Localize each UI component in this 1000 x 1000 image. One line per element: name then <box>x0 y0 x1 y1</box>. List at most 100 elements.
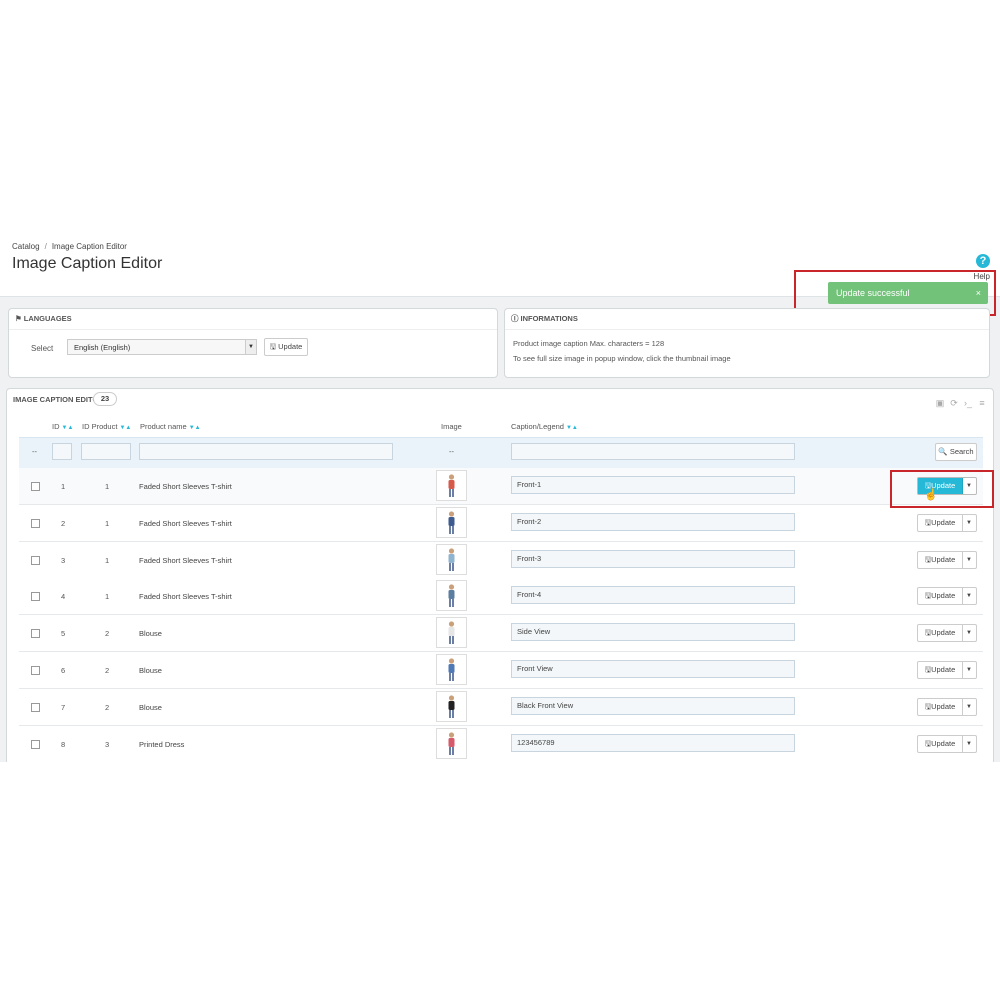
row-update-button-group[interactable]: 🖫Update ▼ <box>917 624 977 643</box>
column-header-image: Image <box>441 422 462 431</box>
column-header-product-name[interactable]: Product name ▼▲ <box>140 422 201 431</box>
breadcrumb-separator: / <box>44 242 47 251</box>
row-checkbox[interactable] <box>31 739 40 749</box>
row-product-name: Faded Short Sleeves T-shirt <box>139 482 232 491</box>
table-row: 8 3 Printed Dress 123456789 🖫Update ▼ <box>19 725 983 762</box>
flag-icon: ⚑ <box>15 314 22 323</box>
table-row: 3 1 Faded Short Sleeves T-shirt Front-3 🖫Upd… <box>19 541 983 579</box>
caption-input[interactable]: Front View <box>511 660 795 678</box>
row-update-button[interactable]: 🖫Update <box>918 698 963 715</box>
table-row: 6 2 Blouse Front View 🖫Update ▼ <box>19 652 983 689</box>
chevron-down-icon[interactable]: ▼ <box>962 552 976 568</box>
product-thumbnail[interactable] <box>436 690 467 722</box>
caption-input[interactable]: Front-3 <box>511 549 795 568</box>
count-badge: 23 <box>93 392 117 406</box>
product-thumbnail[interactable] <box>436 727 467 759</box>
filter-id-product-input[interactable] <box>81 443 131 460</box>
filter-id-input[interactable] <box>52 443 72 460</box>
sort-arrows-icon: ▼▲ <box>188 425 201 431</box>
breadcrumb-catalog-link[interactable]: Catalog <box>12 242 40 251</box>
caption-input[interactable]: Black Front View <box>511 696 795 715</box>
filter-caption-input[interactable] <box>511 443 795 460</box>
row-update-button[interactable]: 🖫Update <box>918 514 963 531</box>
chevron-down-icon[interactable]: ▼ <box>962 515 976 531</box>
column-header-id-product[interactable]: ID Product ▼▲ <box>82 422 131 431</box>
row-product-name: Faded Short Sleeves T-shirt <box>139 518 232 528</box>
language-update-button[interactable]: 🖫 Update <box>264 338 308 356</box>
table-title: IMAGE CAPTION EDITOR <box>13 395 104 404</box>
search-icon: 🔍 <box>938 447 948 456</box>
row-update-button[interactable]: 🖫Update <box>918 625 963 642</box>
product-thumbnail[interactable] <box>436 506 467 538</box>
caption-input[interactable]: 123456789 <box>511 733 795 752</box>
sql-query-icon[interactable]: ›_ <box>963 398 973 408</box>
table-row: 5 2 Blouse Side View 🖫Update ▼ <box>19 615 983 653</box>
languages-panel-title: LANGUAGES <box>23 314 72 323</box>
row-update-button[interactable]: 🖫Update <box>918 662 963 678</box>
row-checkbox[interactable] <box>31 592 40 602</box>
product-thumbnail[interactable] <box>436 654 467 685</box>
filter-image-placeholder: -- <box>449 447 454 456</box>
table-row: 1 1 Faded Short Sleeves T-shirt Front-1 🖫Upd… <box>19 468 983 505</box>
row-checkbox[interactable] <box>31 555 40 565</box>
admin-screen: Catalog / Image Caption Editor Image Capti… <box>0 238 1000 762</box>
chevron-down-icon[interactable]: ▼ <box>245 340 256 354</box>
row-product-name: Faded Short Sleeves T-shirt <box>139 555 232 565</box>
row-id: 6 <box>61 666 66 675</box>
chevron-down-icon[interactable]: ▼ <box>962 625 976 641</box>
search-button-label: Search <box>949 447 974 456</box>
row-update-button-group[interactable]: 🖫Update ▼ <box>917 587 977 606</box>
info-line-max-characters: Product image caption Max. characters = … <box>513 339 665 348</box>
row-id-product: 1 <box>105 592 110 602</box>
row-checkbox[interactable] <box>31 482 40 491</box>
chevron-down-icon[interactable]: ▼ <box>962 699 976 715</box>
table-toolbar: ▣ ⟳ ›_ ≡ <box>931 393 987 411</box>
breadcrumb-current: Image Caption Editor <box>51 242 127 251</box>
page-title: Image Caption Editor <box>12 255 163 272</box>
filter-product-name-input[interactable] <box>139 443 393 460</box>
info-line-popup-hint: To see full size image in popup window, … <box>513 354 731 363</box>
column-header-id[interactable]: ID ▼▲ <box>52 422 73 431</box>
product-thumbnail[interactable] <box>436 580 467 612</box>
product-thumbnail[interactable] <box>436 543 467 575</box>
chevron-down-icon[interactable]: ▼ <box>962 736 976 752</box>
row-checkbox[interactable] <box>31 702 40 712</box>
table-row: 4 1 Faded Short Sleeves T-shirt Front-4 🖫Upd… <box>19 578 983 616</box>
row-id-product: 2 <box>105 702 110 712</box>
product-thumbnail[interactable] <box>436 470 467 501</box>
refresh-icon[interactable]: ⟳ <box>949 398 959 408</box>
sort-arrows-icon: ▼▲ <box>119 425 132 431</box>
row-checkbox[interactable] <box>31 518 40 528</box>
pointer-cursor-icon: ☝ <box>924 489 938 501</box>
table-row: 2 1 Faded Short Sleeves T-shirt Front-2 🖫Upd… <box>19 504 983 542</box>
database-icon[interactable]: ≡ <box>977 398 987 408</box>
caption-input[interactable]: Front-4 <box>511 586 795 605</box>
export-icon[interactable]: ▣ <box>935 398 945 408</box>
row-update-button-group[interactable]: 🖫Update ▼ <box>917 697 977 716</box>
chevron-down-icon[interactable]: ▼ <box>962 662 976 678</box>
caption-input[interactable]: Front-1 <box>511 476 795 494</box>
row-checkbox[interactable] <box>31 629 40 639</box>
row-update-button[interactable]: 🖫Update <box>918 551 963 568</box>
chevron-down-icon[interactable]: ▼ <box>962 588 976 604</box>
row-update-button[interactable]: 🖫Update <box>918 735 963 752</box>
row-update-button[interactable]: 🖫Update <box>918 588 963 605</box>
caption-input[interactable]: Front-2 <box>511 512 795 531</box>
languages-panel: ⚑ LANGUAGES Select English (English) ▼ 🖫 … <box>8 308 498 378</box>
row-product-name: Blouse <box>139 629 162 639</box>
product-thumbnail[interactable] <box>436 617 467 649</box>
row-id-product: 1 <box>105 482 110 491</box>
row-id: 5 <box>61 629 66 639</box>
column-header-caption[interactable]: Caption/Legend ▼▲ <box>511 422 578 431</box>
language-select[interactable]: English (English) ▼ <box>67 339 257 355</box>
row-update-button-group[interactable]: 🖫Update ▼ <box>917 513 977 532</box>
help-icon[interactable]: ? <box>976 254 990 268</box>
row-update-button-group[interactable]: 🖫Update ▼ <box>917 734 977 753</box>
breadcrumb: Catalog / Image Caption Editor <box>12 242 127 251</box>
row-id-product: 2 <box>105 629 110 639</box>
search-button[interactable]: 🔍 Search <box>935 443 977 461</box>
row-checkbox[interactable] <box>31 666 40 675</box>
caption-input[interactable]: Side View <box>511 623 795 642</box>
row-update-button-group[interactable]: 🖫Update ▼ <box>917 550 977 569</box>
row-update-button-group[interactable]: 🖫Update ▼ <box>917 661 977 679</box>
